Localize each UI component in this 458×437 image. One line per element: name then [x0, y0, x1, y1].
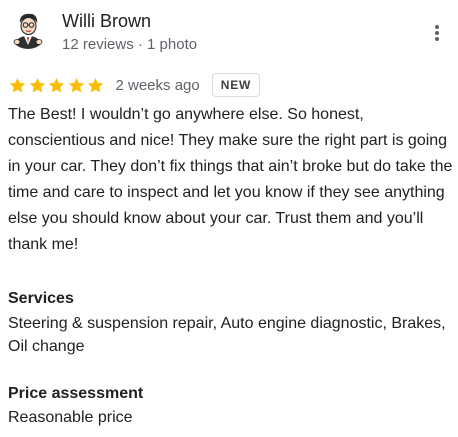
price-assessment-value: Reasonable price [8, 409, 133, 426]
star-icon [67, 76, 86, 95]
star-icon [47, 76, 66, 95]
review-date: 2 weeks ago [115, 76, 200, 94]
reviewer-avatar[interactable] [8, 9, 48, 49]
star-icon [8, 76, 27, 95]
star-icon [28, 76, 47, 95]
star-icon [86, 76, 105, 95]
services-value: Steering & suspension repair, Auto engin… [8, 315, 446, 355]
star-rating [8, 76, 106, 95]
review-card: Willi Brown 12 reviews · 1 photo 2 weeks… [0, 0, 458, 437]
new-badge: NEW [211, 73, 261, 97]
review-text: The Best! I wouldn’t go anywhere else. S… [8, 106, 453, 253]
reviewer-name[interactable]: Willi Brown [62, 10, 151, 32]
more-options-button[interactable] [428, 22, 446, 44]
avatar-image [8, 9, 48, 49]
more-vert-icon [435, 25, 439, 41]
rating-row: 2 weeks ago NEW [8, 73, 261, 97]
reviewer-meta: 12 reviews · 1 photo [62, 36, 198, 53]
price-assessment-label: Price assessment [8, 385, 144, 402]
services-label: Services [8, 290, 74, 307]
